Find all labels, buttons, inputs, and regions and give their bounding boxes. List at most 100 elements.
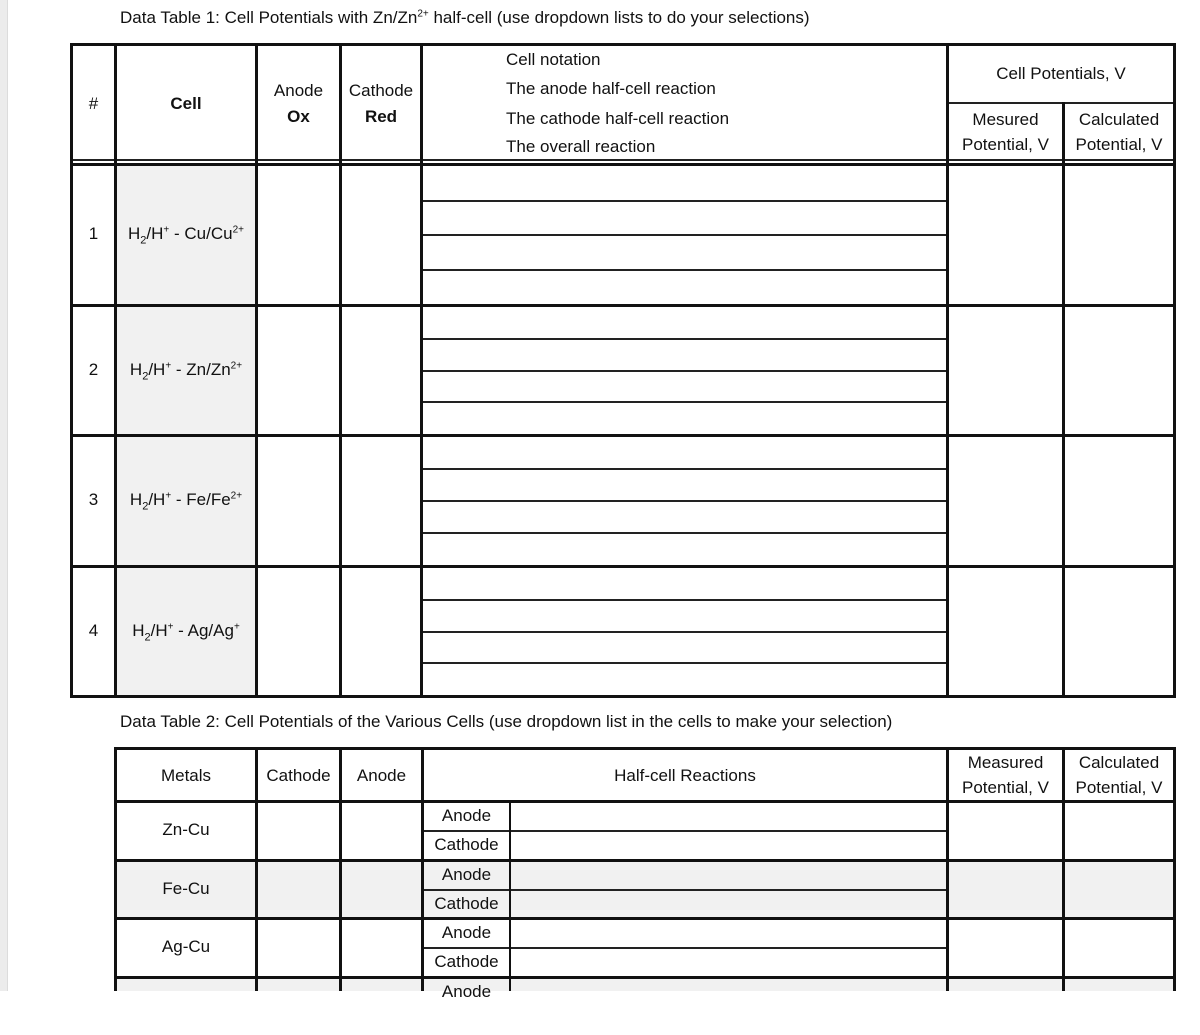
calculated-potential-input[interactable]: [1065, 307, 1173, 434]
anode-dropdown[interactable]: [258, 307, 339, 434]
cell-label-part: H: [129, 359, 143, 379]
cathode-sublabel: Cathode: [434, 835, 499, 854]
anode-reaction-dropdown[interactable]: [423, 201, 946, 236]
cell-notation-dropdown[interactable]: [423, 166, 946, 201]
cathode-reaction-dropdown[interactable]: [423, 501, 946, 533]
cathode-dropdown[interactable]: [342, 568, 420, 695]
header-overall-reaction: The overall reaction: [506, 137, 656, 156]
header-anode: Anode: [356, 766, 407, 785]
t1-top-border: [70, 43, 1176, 46]
header-calculated-unit: Potential, V: [1075, 778, 1163, 797]
cell-label-part: - Fe/Fe: [171, 490, 231, 509]
cell-label-part: H: [129, 490, 143, 509]
anode-reaction-dropdown[interactable]: [512, 803, 946, 831]
metals-label: Zn-Cu: [162, 820, 210, 839]
anode-reaction-dropdown[interactable]: [512, 862, 946, 890]
cell-label-sup: 2+: [230, 490, 243, 502]
cathode-reaction-dropdown[interactable]: [512, 949, 946, 976]
calculated-potential-input[interactable]: [1065, 803, 1173, 859]
measured-potential-input[interactable]: [949, 803, 1062, 859]
cathode-sublabel: Cathode: [434, 894, 499, 913]
t2-right-border: [1173, 747, 1176, 991]
cathode-reaction-dropdown[interactable]: [423, 632, 946, 664]
anode-dropdown[interactable]: [258, 166, 339, 304]
overall-reaction-dropdown[interactable]: [423, 663, 946, 695]
row-number: 3: [88, 490, 99, 509]
measured-potential-input[interactable]: [949, 437, 1062, 565]
t2-top-border: [114, 747, 1176, 750]
anode-dropdown[interactable]: [342, 803, 421, 859]
cathode-dropdown[interactable]: [258, 862, 339, 918]
cell-label: H2/H+ - Fe/Fe2+: [117, 490, 255, 512]
header-anode-ox: Ox: [287, 107, 310, 126]
cathode-dropdown[interactable]: [258, 920, 339, 976]
overall-reaction-dropdown[interactable]: [423, 270, 946, 305]
cell-notation-dropdown[interactable]: [423, 568, 946, 600]
cell-notation-dropdown[interactable]: [423, 437, 946, 469]
anode-reaction-dropdown[interactable]: [423, 339, 946, 371]
cell-label-part: /H: [150, 620, 168, 640]
header-anode: Anode: [273, 81, 324, 100]
t1-bottom-border: [70, 695, 1176, 698]
metals-label: Ag-Cu: [161, 937, 211, 956]
cathode-dropdown[interactable]: [342, 166, 420, 304]
header-measured-unit: Potential, V: [962, 135, 1049, 154]
row-number: 4: [88, 620, 99, 640]
cell-label-part: /H: [148, 359, 166, 379]
cell-label: H2/H+ - Cu/Cu2+: [117, 224, 255, 246]
calculated-potential-input[interactable]: [1065, 920, 1173, 976]
cathode-dropdown[interactable]: [258, 803, 339, 859]
measured-potential-input[interactable]: [949, 166, 1062, 304]
left-margin-bar: [0, 0, 8, 991]
cathode-reaction-dropdown[interactable]: [423, 371, 946, 403]
table2-title: Data Table 2: Cell Potentials of the Var…: [120, 712, 893, 731]
anode-sublabel: Anode: [441, 806, 492, 825]
cathode-dropdown[interactable]: [342, 307, 420, 434]
cathode-reaction-dropdown[interactable]: [512, 1008, 946, 1035]
overall-reaction-dropdown[interactable]: [423, 533, 946, 565]
anode-reaction-dropdown[interactable]: [423, 600, 946, 632]
calculated-potential-input[interactable]: [1065, 979, 1173, 1035]
overall-reaction-dropdown[interactable]: [423, 402, 946, 434]
anode-dropdown[interactable]: [342, 979, 421, 1035]
cell-notation-dropdown[interactable]: [423, 307, 946, 339]
calculated-potential-input[interactable]: [1065, 568, 1173, 695]
header-anode-reaction: The anode half-cell reaction: [506, 79, 716, 98]
calculated-potential-input[interactable]: [1065, 166, 1173, 304]
header-calculated: Calculated: [1078, 753, 1160, 772]
cathode-dropdown[interactable]: [258, 979, 339, 1035]
anode-dropdown[interactable]: [342, 862, 421, 918]
calculated-potential-input[interactable]: [1065, 437, 1173, 565]
cathode-reaction-dropdown[interactable]: [512, 832, 946, 859]
header-measured: Measured: [967, 753, 1044, 772]
cathode-dropdown[interactable]: [342, 437, 420, 565]
cell-label-sup: 2+: [230, 359, 243, 371]
header-calculated: Calculated: [1078, 110, 1160, 129]
header-cell: Cell: [170, 94, 202, 113]
anode-dropdown[interactable]: [258, 437, 339, 565]
measured-potential-input[interactable]: [949, 862, 1062, 918]
anode-sublabel: Anode: [441, 982, 492, 1001]
anode-dropdown[interactable]: [258, 568, 339, 695]
row-number: 1: [88, 224, 99, 243]
anode-reaction-dropdown[interactable]: [512, 920, 946, 948]
cathode-reaction-dropdown[interactable]: [512, 891, 946, 918]
cathode-sublabel: Cathode: [434, 952, 499, 971]
anode-reaction-dropdown[interactable]: [423, 469, 946, 501]
cell-label-part: - Ag/Ag: [173, 620, 234, 640]
cell-label-part: - Cu/Cu: [169, 224, 233, 243]
cell-label: H2/H+ - Ag/Ag+: [117, 620, 255, 643]
anode-dropdown[interactable]: [342, 920, 421, 976]
calculated-potential-input[interactable]: [1065, 862, 1173, 918]
cell-label-part: H: [132, 620, 145, 640]
anode-reaction-dropdown[interactable]: [512, 979, 946, 1007]
measured-potential-input[interactable]: [949, 307, 1062, 434]
table1-title-text-post: half-cell (use dropdown lists to do your…: [428, 8, 810, 27]
measured-potential-input[interactable]: [949, 920, 1062, 976]
row-number: 2: [88, 359, 99, 379]
measured-potential-input[interactable]: [949, 568, 1062, 695]
header-cathode: Cathode: [348, 81, 414, 100]
cathode-reaction-dropdown[interactable]: [423, 235, 946, 270]
anode-sublabel: Anode: [441, 923, 492, 942]
measured-potential-input[interactable]: [949, 979, 1062, 1035]
